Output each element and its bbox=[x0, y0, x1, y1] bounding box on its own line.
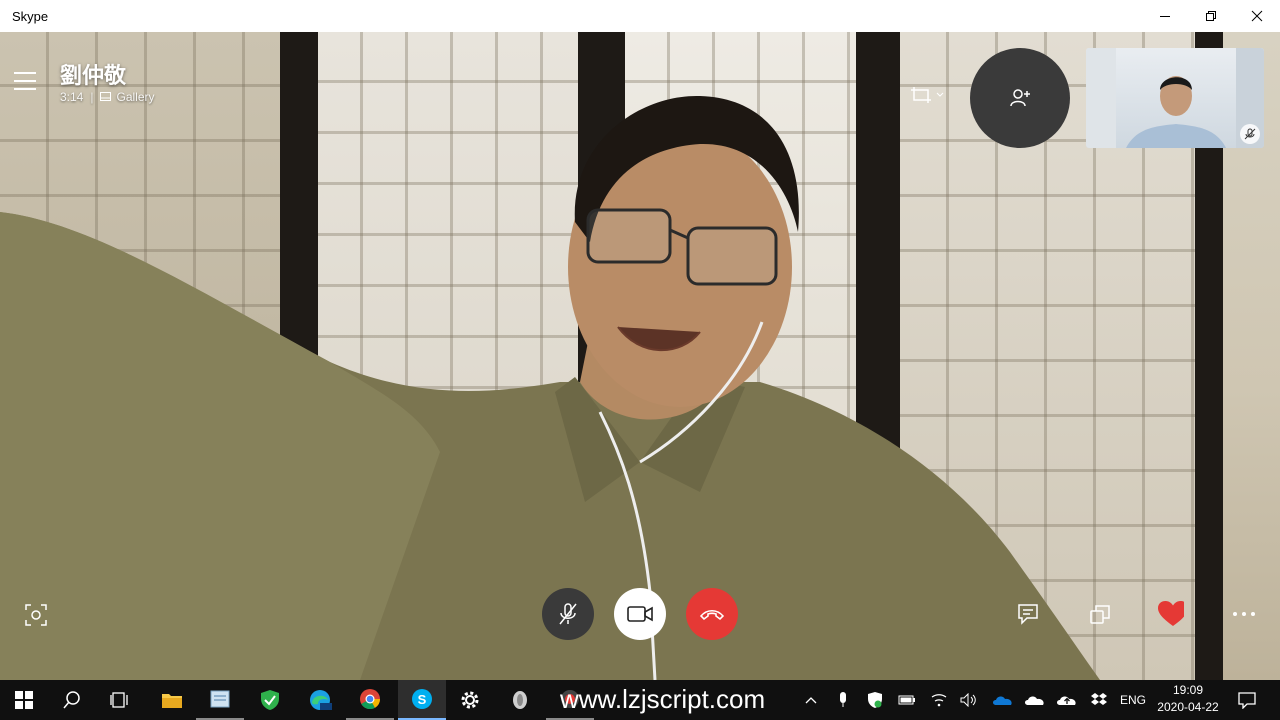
onedrive-icon bbox=[993, 696, 1012, 705]
taskbar-edge-beta[interactable] bbox=[296, 680, 344, 720]
clock-date: 2020-04-22 bbox=[1157, 700, 1219, 714]
call-duration: 3:14 bbox=[60, 90, 84, 104]
window-title: Skype bbox=[12, 8, 49, 24]
fit-to-window-button[interactable] bbox=[910, 86, 944, 104]
wifi-icon bbox=[931, 694, 947, 707]
taskbar-security[interactable] bbox=[246, 680, 294, 720]
tray-onedrive[interactable] bbox=[990, 680, 1016, 720]
self-muted-indicator bbox=[1240, 124, 1260, 144]
minimize-button[interactable] bbox=[1142, 0, 1188, 32]
taskbar-chrome[interactable] bbox=[346, 680, 394, 720]
switch-view-icon bbox=[1090, 605, 1110, 624]
minimize-icon bbox=[1160, 16, 1170, 17]
tray-volume[interactable] bbox=[958, 680, 980, 720]
camera-button[interactable] bbox=[614, 588, 666, 640]
tray-onedrive-personal[interactable] bbox=[1022, 680, 1048, 720]
windows-start-icon bbox=[15, 691, 33, 709]
video-camera-icon bbox=[627, 606, 653, 622]
close-icon bbox=[1251, 10, 1263, 22]
cloud-upload-icon bbox=[1057, 696, 1076, 705]
window-titlebar: Skype bbox=[0, 0, 1280, 32]
chrome-icon bbox=[360, 689, 381, 710]
defender-icon bbox=[868, 692, 882, 708]
tray-mic[interactable] bbox=[832, 680, 854, 720]
tray-network[interactable] bbox=[928, 680, 950, 720]
volume-icon bbox=[960, 693, 976, 707]
notification-icon bbox=[1238, 692, 1256, 709]
taskbar-clock[interactable]: 19:09 2020-04-22 bbox=[1150, 682, 1226, 716]
shield-icon bbox=[261, 690, 279, 710]
hang-up-icon bbox=[699, 609, 725, 621]
search-icon bbox=[63, 691, 80, 709]
more-icon bbox=[1233, 612, 1255, 616]
svg-text:S: S bbox=[418, 692, 427, 707]
clock-time: 19:09 bbox=[1172, 683, 1204, 697]
taskbar-file-explorer[interactable] bbox=[148, 680, 196, 720]
view-mode[interactable]: Gallery bbox=[100, 90, 155, 104]
notepad-icon bbox=[210, 690, 230, 708]
file-explorer-icon bbox=[162, 694, 182, 708]
settings-icon bbox=[461, 691, 479, 709]
cloud-icon bbox=[1025, 696, 1044, 705]
more-options-button[interactable] bbox=[1231, 601, 1257, 627]
mic-off-icon bbox=[559, 603, 577, 625]
taskbar-skype[interactable]: S bbox=[398, 680, 446, 720]
heart-icon bbox=[1158, 601, 1184, 626]
mute-button[interactable] bbox=[542, 588, 594, 640]
view-mode-label: Gallery bbox=[116, 90, 155, 104]
app-icon bbox=[513, 691, 527, 709]
restore-button[interactable] bbox=[1188, 0, 1234, 32]
add-person-button[interactable] bbox=[970, 48, 1070, 148]
taskbar-notepad[interactable] bbox=[196, 680, 244, 720]
chat-icon bbox=[1018, 604, 1038, 625]
react-button[interactable] bbox=[1158, 601, 1184, 627]
self-view-person bbox=[1086, 48, 1264, 148]
chevron-down-icon bbox=[936, 92, 944, 97]
tray-language[interactable]: ENG bbox=[1116, 680, 1150, 720]
taskbar-settings[interactable] bbox=[446, 680, 494, 720]
watermark-text: www.lzjscript.com bbox=[560, 684, 766, 714]
tray-cloud-upload[interactable] bbox=[1054, 680, 1080, 720]
tray-security[interactable] bbox=[864, 680, 886, 720]
switch-view-button[interactable] bbox=[1087, 601, 1113, 627]
menu-button[interactable] bbox=[14, 66, 44, 96]
edge-beta-icon bbox=[310, 690, 332, 710]
battery-icon bbox=[898, 695, 915, 705]
tray-battery[interactable] bbox=[896, 680, 918, 720]
end-call-button[interactable] bbox=[686, 588, 738, 640]
start-button[interactable] bbox=[0, 680, 48, 720]
dropbox-icon bbox=[1091, 693, 1107, 705]
tray-dropbox[interactable] bbox=[1086, 680, 1112, 720]
call-meta: 3:14 | Gallery bbox=[60, 90, 155, 104]
crop-frame-icon bbox=[911, 87, 931, 103]
separator: | bbox=[90, 90, 94, 104]
taskbar-app[interactable] bbox=[496, 680, 544, 720]
task-view-icon bbox=[110, 692, 128, 708]
restore-icon bbox=[1206, 11, 1216, 21]
skype-icon: S bbox=[412, 689, 432, 709]
gallery-icon bbox=[100, 92, 112, 101]
add-person-icon bbox=[1010, 89, 1030, 107]
caller-name: 劉仲敬 bbox=[60, 64, 127, 89]
mic-off-icon bbox=[1244, 128, 1256, 140]
show-hidden-icons[interactable] bbox=[800, 680, 822, 720]
chat-button[interactable] bbox=[1015, 601, 1041, 627]
self-view-video[interactable] bbox=[1086, 48, 1264, 148]
screenshot-icon bbox=[25, 604, 47, 626]
hamburger-icon bbox=[14, 72, 36, 74]
task-view-button[interactable] bbox=[96, 680, 144, 720]
chevron-up-icon bbox=[805, 697, 817, 704]
action-center-button[interactable] bbox=[1232, 680, 1262, 720]
taskbar-search-button[interactable] bbox=[48, 680, 96, 720]
close-button[interactable] bbox=[1234, 0, 1280, 32]
microphone-icon bbox=[840, 692, 846, 707]
screenshot-button[interactable] bbox=[22, 601, 50, 629]
